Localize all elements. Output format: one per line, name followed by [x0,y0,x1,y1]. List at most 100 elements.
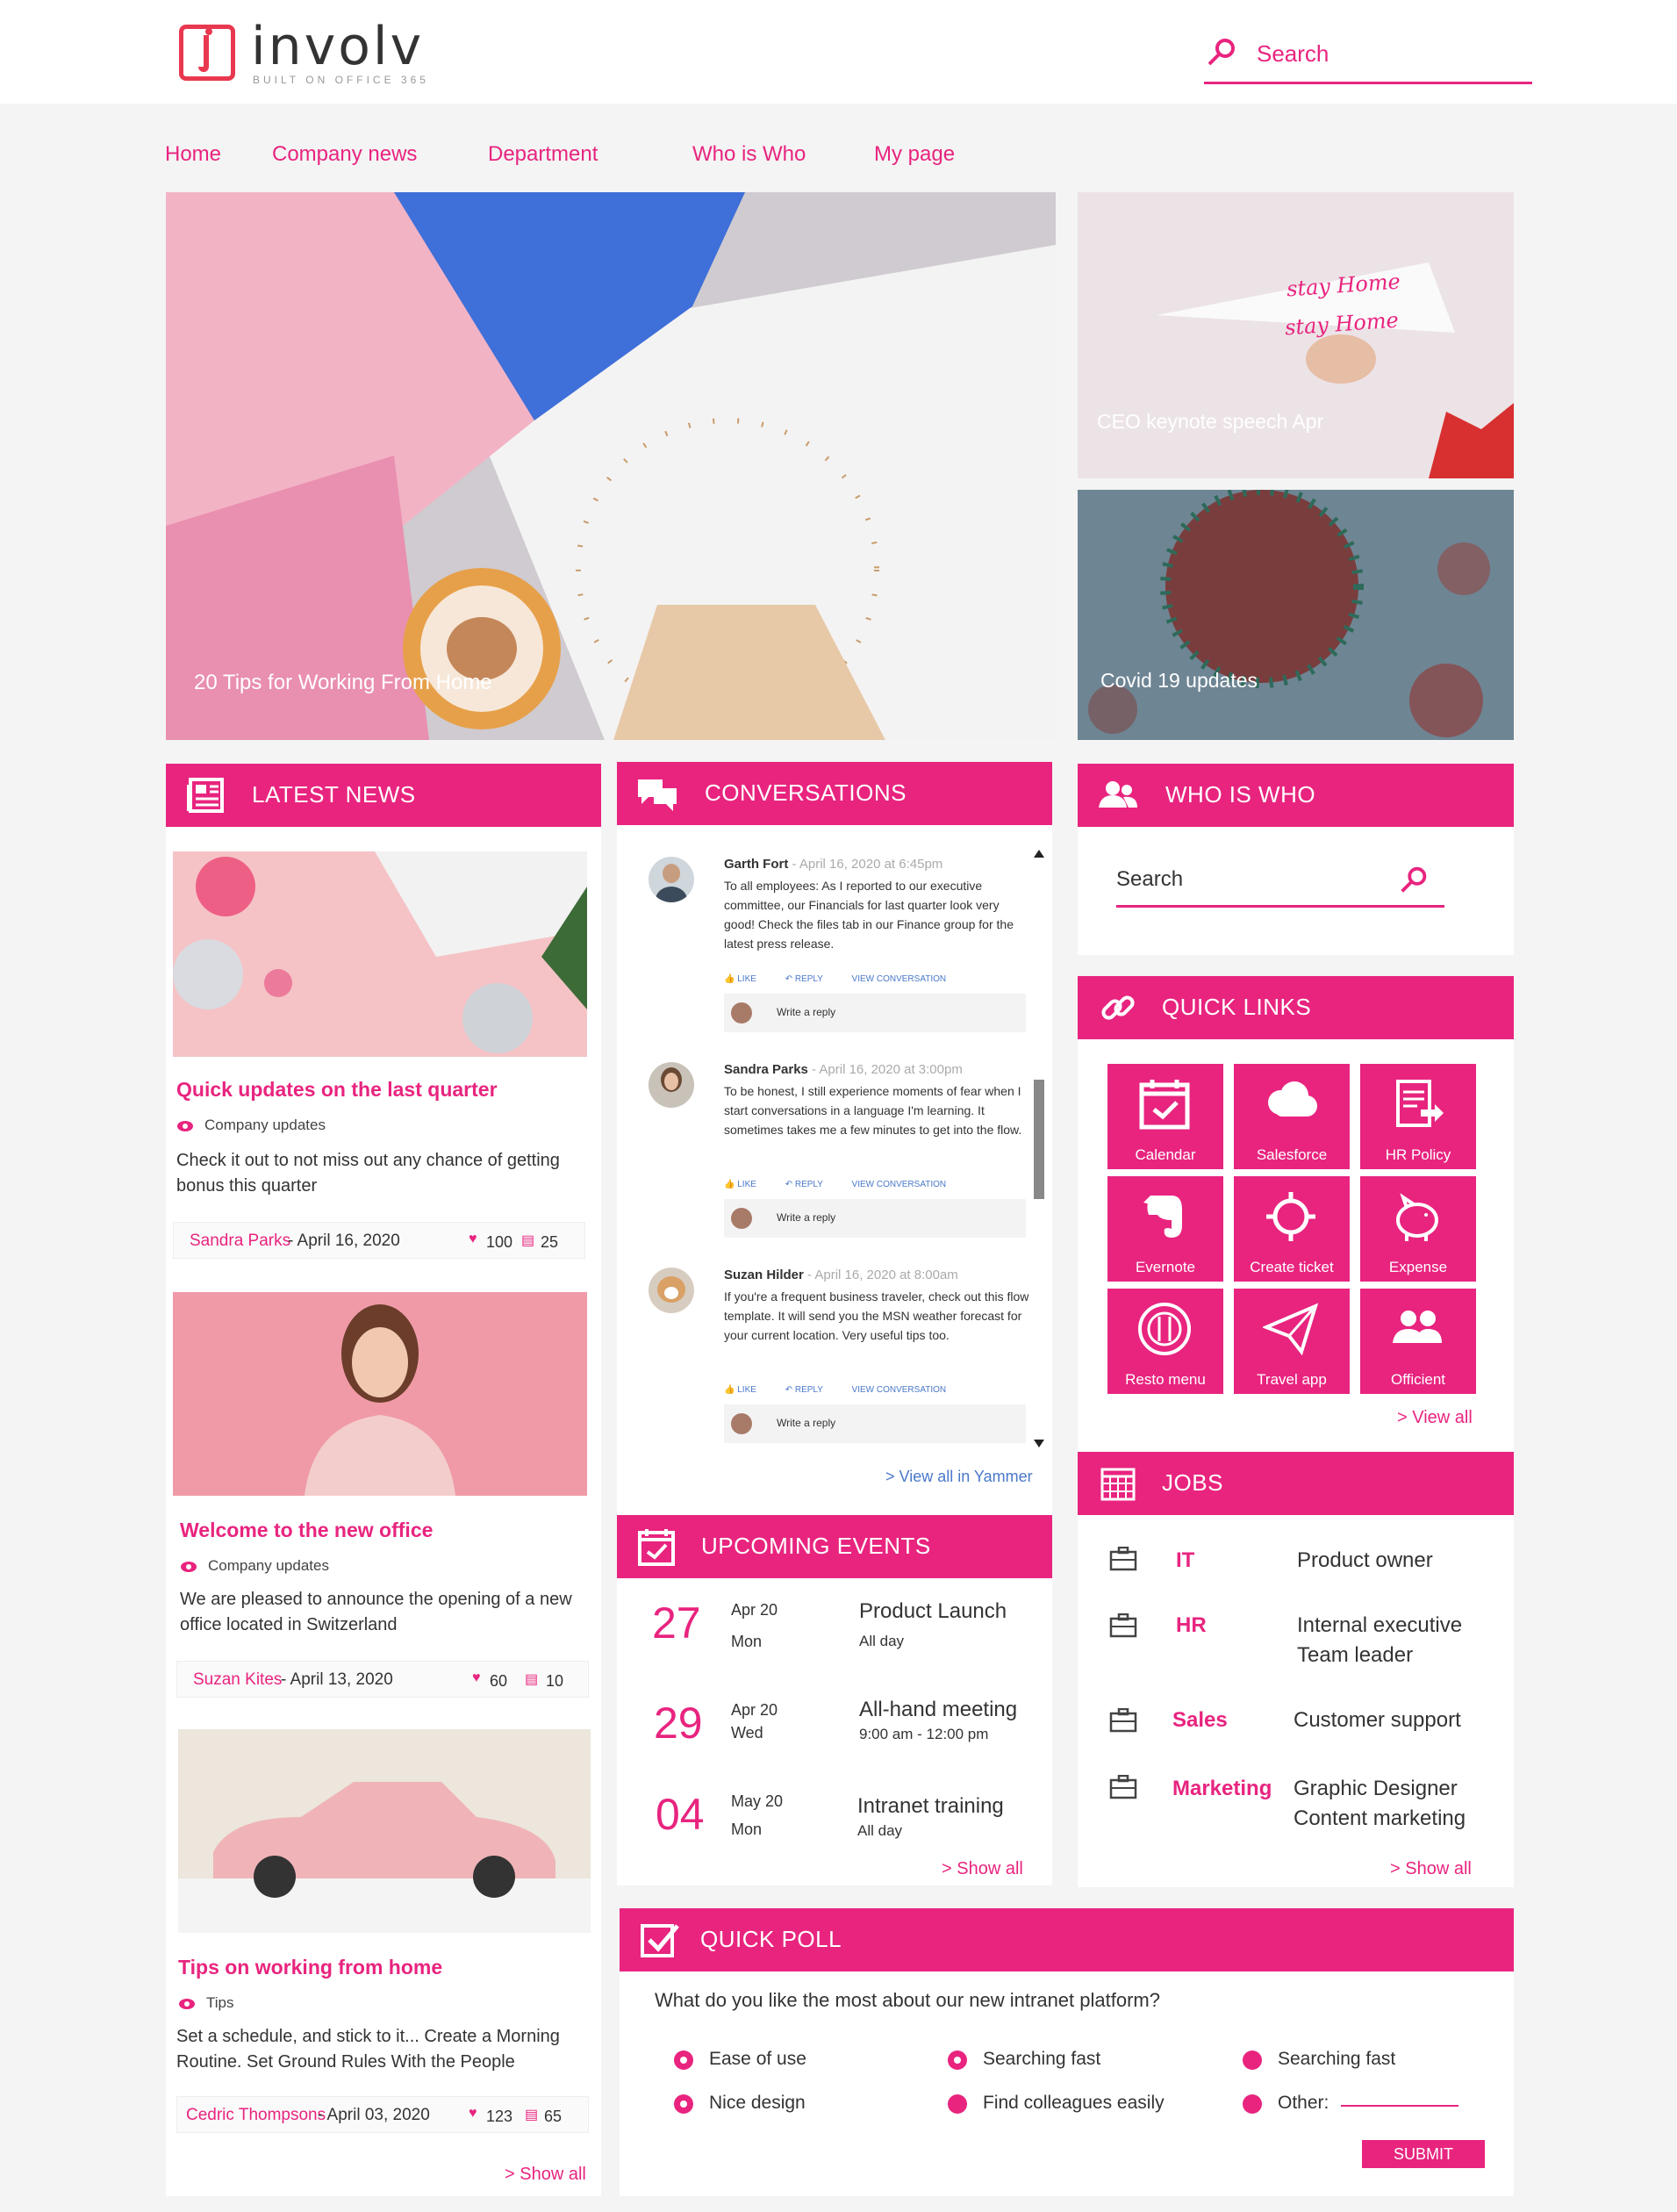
radio-button[interactable] [674,2050,693,2070]
quick-link-hr-policy[interactable]: HR Policy [1360,1064,1476,1169]
radio-button[interactable] [1243,2094,1262,2114]
quick-link-calendar[interactable]: Calendar [1107,1064,1223,1169]
other-text-field[interactable] [1341,2105,1458,2107]
event-item[interactable]: 27 Apr 20 Mon Product Launch All day [617,1598,1052,1685]
news-title-2[interactable]: Welcome to the new office [180,1519,433,1542]
nav-company-news[interactable]: Company news [272,142,417,167]
quick-link-evernote[interactable]: Evernote [1107,1176,1223,1282]
who-search-input[interactable]: Search [1116,857,1444,908]
reply-box[interactable]: Write a reply [724,1404,1026,1443]
quick-links-view-all[interactable]: > View all [1397,1408,1473,1428]
hero-side-2-caption[interactable]: Covid 19 updates [1100,669,1258,693]
avatar[interactable] [649,857,694,902]
newspaper-icon [187,778,224,813]
avatar[interactable] [649,1268,694,1313]
reply-link[interactable]: ↶ REPLY [785,1180,823,1189]
nav-home[interactable]: Home [165,142,221,167]
reply-link[interactable]: ↶ REPLY [785,974,823,984]
scroll-down-icon[interactable] [1034,1440,1044,1447]
post-author[interactable]: Garth Fort [724,857,788,872]
view-conversation-link[interactable]: VIEW CONVERSATION [852,974,947,984]
quick-link-officient[interactable]: Officient [1360,1289,1476,1394]
quick-link-salesforce[interactable]: Salesforce [1234,1064,1350,1169]
header-search-input[interactable]: Search [1204,32,1532,84]
news-image-2[interactable] [173,1292,587,1496]
quick-link-label: Create ticket [1250,1259,1334,1275]
view-conversation-link[interactable]: VIEW CONVERSATION [852,1180,947,1189]
news-title-3[interactable]: Tips on working from home [178,1956,442,1979]
radio-button[interactable] [948,2050,967,2070]
hero-side-2[interactable]: Covid 19 updates [1078,490,1514,740]
briefcase-icon [1109,1613,1137,1638]
avatar[interactable] [649,1062,694,1108]
hero-main[interactable]: 20 Tips for Working From Home [166,192,1056,740]
nav-my-page[interactable]: My page [874,142,955,167]
hero-main-caption[interactable]: 20 Tips for Working From Home [194,671,492,695]
event-weekday: Wed [731,1724,763,1742]
like-link[interactable]: 👍 LIKE [724,974,756,984]
who-is-who-header: WHO IS WHO [1078,764,1514,827]
post-time: - April 16, 2020 at 6:45pm [788,857,943,872]
poll-option[interactable]: Searching fast [948,2049,1193,2075]
quick-link-create-ticket[interactable]: Create ticket [1234,1176,1350,1282]
comment-icon[interactable]: ▤ [525,1670,538,1688]
conversation-scrollbar[interactable] [1033,850,1045,1447]
event-item[interactable]: 29 Apr 20 Wed All-hand meeting 9:00 am -… [617,1698,1052,1785]
people-icon [1099,781,1137,808]
radio-button[interactable] [1243,2050,1262,2070]
comment-icon[interactable]: ▤ [525,2106,538,2123]
reply-box[interactable]: Write a reply [724,1199,1026,1238]
radio-button[interactable] [948,2094,967,2114]
view-all-yammer-link[interactable]: > View all in Yammer [885,1468,1033,1486]
hero-side-1-caption[interactable]: CEO keynote speech Apr [1097,410,1323,434]
like-icon[interactable]: ♥ [472,1670,481,1686]
nav-department[interactable]: Department [488,142,598,167]
poll-option[interactable]: Ease of use [674,2049,920,2075]
quick-poll-header: QUICK POLL [620,1908,1514,1971]
like-icon[interactable]: ♥ [469,1232,477,1247]
news-body-3: Set a schedule, and stick to it... Creat… [176,2027,560,2072]
job-row[interactable]: Sales Customer support [1078,1706,1514,1750]
job-row[interactable]: Marketing Graphic Designer Content marke… [1078,1773,1514,1843]
hero-side-1[interactable]: stay Home stay Home CEO keynote speech A… [1078,192,1514,478]
scroll-thumb[interactable] [1034,1080,1044,1199]
like-link[interactable]: 👍 LIKE [724,1385,756,1395]
news-author-1[interactable]: Sandra Parks [190,1232,290,1251]
brand-name[interactable]: involv [251,16,424,77]
news-author-2[interactable]: Suzan Kites [193,1670,282,1690]
quick-link-resto-menu[interactable]: Resto menu [1107,1289,1223,1394]
quick-link-travel-app[interactable]: Travel app [1234,1289,1350,1394]
news-title-1[interactable]: Quick updates on the last quarter [176,1078,498,1102]
radio-button[interactable] [674,2094,693,2114]
like-link[interactable]: 👍 LIKE [724,1180,756,1189]
news-author-3[interactable]: Cedric Thompsons [186,2106,326,2125]
job-row[interactable]: HR Internal executive Team leader [1078,1610,1514,1680]
post-author[interactable]: Sandra Parks [724,1062,808,1077]
news-date-3: - April 03, 2020 [318,2106,430,2124]
poll-option[interactable]: Find colleagues easily [948,2093,1193,2119]
news-show-all[interactable]: > Show all [505,2165,586,2185]
event-month: Apr 20 [731,1701,778,1719]
poll-option-other[interactable]: Other: [1243,2093,1471,2119]
jobs-show-all[interactable]: > Show all [1390,1859,1472,1879]
search-icon[interactable] [1397,864,1430,897]
scroll-up-icon[interactable] [1034,850,1044,858]
job-role: Product owner [1297,1548,1433,1572]
eye-icon [179,1999,195,2009]
job-row[interactable]: IT Product owner [1078,1547,1514,1591]
news-image-1[interactable] [173,851,587,1057]
quick-link-expense[interactable]: Expense [1360,1176,1476,1282]
comment-icon[interactable]: ▤ [521,1232,534,1249]
reply-box[interactable]: Write a reply [724,994,1026,1032]
view-conversation-link[interactable]: VIEW CONVERSATION [852,1385,947,1395]
submit-button[interactable]: SUBMIT [1362,2140,1485,2168]
news-image-3[interactable] [178,1729,591,1933]
reply-link[interactable]: ↶ REPLY [785,1385,823,1395]
news-meta-3: Cedric Thompsons - April 03, 2020 ♥ 123 … [176,2096,589,2133]
like-icon[interactable]: ♥ [469,2106,477,2122]
poll-option[interactable]: Searching fast [1243,2049,1488,2075]
poll-option[interactable]: Nice design [674,2093,920,2119]
nav-who-is-who[interactable]: Who is Who [692,142,806,167]
events-show-all[interactable]: > Show all [942,1859,1023,1879]
post-author[interactable]: Suzan Hilder [724,1268,804,1282]
